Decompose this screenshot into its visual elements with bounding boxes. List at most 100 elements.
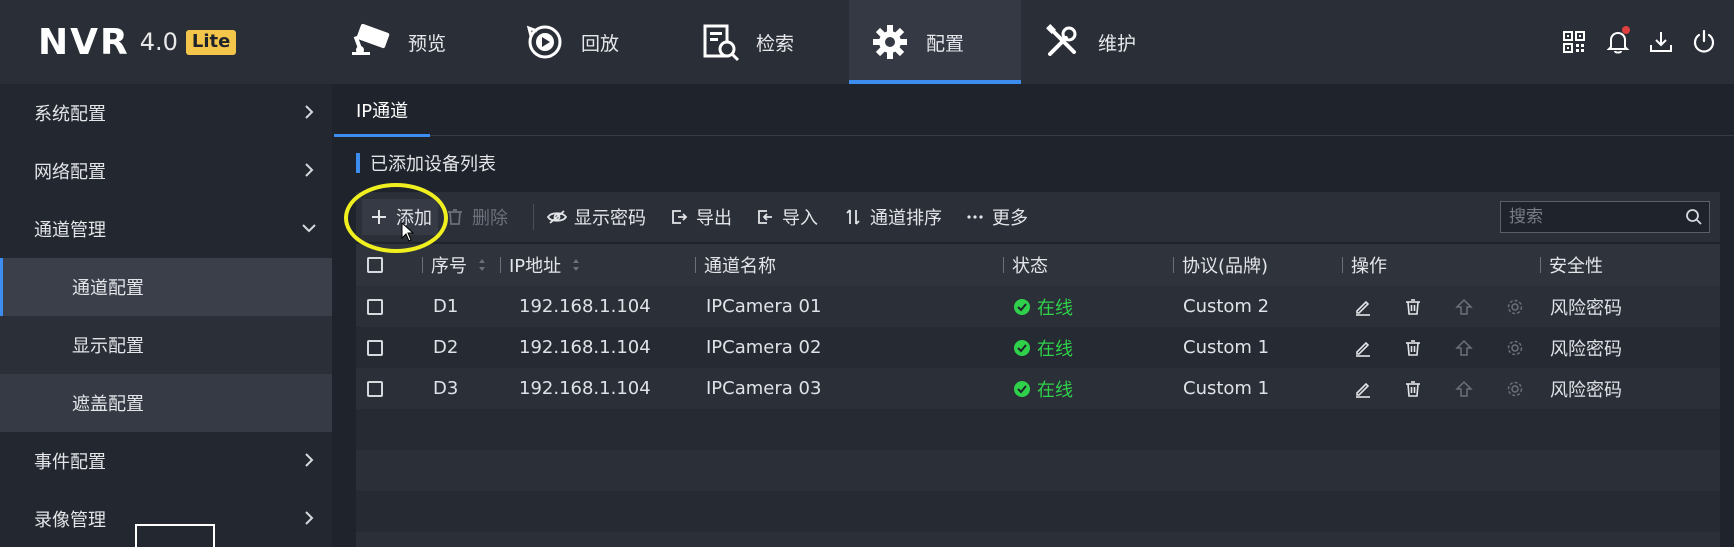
- delete-icon[interactable]: [1402, 296, 1424, 318]
- edit-icon[interactable]: [1352, 378, 1374, 400]
- sort-arrows-icon: [842, 206, 864, 228]
- chevron-right-icon: [305, 105, 314, 119]
- sidebar-item-network-config[interactable]: 网络配置: [0, 142, 332, 200]
- delete-icon[interactable]: [1402, 378, 1424, 400]
- import-label: 导入: [782, 208, 818, 229]
- settings-gear-icon: [1504, 296, 1526, 318]
- sidebar-item-label: 通道配置: [72, 278, 144, 299]
- row-checkbox[interactable]: [367, 380, 383, 397]
- nav-search[interactable]: 检索: [690, 0, 850, 84]
- cell-protocol: Custom 2: [1183, 296, 1270, 317]
- tools-icon: [1040, 20, 1084, 64]
- sidebar-item-mask-config[interactable]: 遮盖配置: [0, 374, 332, 432]
- power-icon[interactable]: [1686, 24, 1722, 60]
- sidebar-item-label: 网络配置: [34, 162, 106, 183]
- overlay-box: [135, 524, 215, 547]
- sidebar-item-channel-management[interactable]: 通道管理: [0, 200, 332, 258]
- cell-security: 风险密码: [1550, 297, 1622, 319]
- header-index[interactable]: 序号: [422, 244, 487, 286]
- section-title-text: 已添加设备列表: [370, 154, 496, 175]
- cell-protocol: Custom 1: [1183, 378, 1270, 399]
- show-password-label: 显示密码: [574, 208, 646, 229]
- nav-playback-label: 回放: [581, 32, 620, 55]
- header-actions: 操作: [1342, 244, 1387, 286]
- tab-bar: IP通道: [334, 84, 1734, 137]
- sidebar-item-label: 事件配置: [34, 452, 106, 473]
- empty-row: [356, 450, 1720, 491]
- sidebar-item-display-config[interactable]: 显示配置: [0, 316, 332, 374]
- show-password-button[interactable]: 显示密码: [546, 192, 646, 242]
- upgrade-icon: [1453, 296, 1475, 318]
- sidebar: 系统配置 网络配置 通道管理 通道配置 显示配置 遮盖配置 事件配置 录像管理: [0, 84, 332, 547]
- sidebar-item-label: 录像管理: [34, 510, 106, 531]
- upgrade-icon: [1453, 337, 1475, 359]
- edit-icon[interactable]: [1352, 337, 1374, 359]
- edit-icon[interactable]: [1352, 296, 1374, 318]
- tab-ip-channel[interactable]: IP通道: [334, 84, 431, 137]
- cell-channel-name: IPCamera 01: [706, 296, 822, 317]
- nav-maintenance[interactable]: 维护: [1040, 0, 1200, 84]
- device-table: 序号 IP地址 通道名称 状态 协议(品牌) 操作 安全性 D1 192.168…: [356, 244, 1720, 547]
- table-row[interactable]: D2 192.168.1.104 IPCamera 02 在线 Custom 1…: [356, 327, 1720, 368]
- search-doc-icon: [698, 20, 742, 64]
- delete-button-label: 删除: [472, 208, 508, 229]
- header-protocol: 协议(品牌): [1173, 244, 1268, 286]
- top-bar: NVR 4.0 Lite 预览 回放 检索 配置 维护: [0, 0, 1734, 84]
- more-label: 更多: [992, 208, 1028, 229]
- delete-button[interactable]: 删除: [444, 192, 508, 242]
- row-checkbox[interactable]: [367, 298, 383, 315]
- select-all-checkbox[interactable]: [367, 257, 383, 273]
- sidebar-item-label: 遮盖配置: [72, 394, 144, 415]
- delete-icon[interactable]: [1402, 337, 1424, 359]
- trash-icon: [444, 206, 466, 228]
- download-icon[interactable]: [1643, 24, 1679, 60]
- logo-name: NVR: [38, 21, 130, 63]
- cell-status: 在线: [1013, 368, 1073, 409]
- cell-protocol: Custom 1: [1183, 337, 1270, 358]
- online-check-icon: [1014, 298, 1030, 315]
- playback-icon: [523, 20, 567, 64]
- toolbar-divider: [533, 204, 534, 230]
- sort-icon: [479, 259, 485, 271]
- bell-icon[interactable]: [1600, 24, 1636, 60]
- camera-icon: [350, 20, 394, 64]
- sidebar-item-system-config[interactable]: 系统配置: [0, 84, 332, 142]
- search-icon[interactable]: [1679, 202, 1709, 232]
- empty-row: [356, 491, 1720, 532]
- sort-channels-button[interactable]: 通道排序: [842, 192, 942, 242]
- add-button[interactable]: 添加: [362, 199, 438, 235]
- cell-security: 风险密码: [1550, 379, 1622, 401]
- more-dots-icon: [964, 206, 986, 228]
- row-checkbox[interactable]: [367, 339, 383, 356]
- sidebar-item-label: 系统配置: [34, 104, 106, 125]
- chevron-down-icon: [302, 224, 316, 233]
- nav-preview[interactable]: 预览: [340, 0, 510, 84]
- export-label: 导出: [696, 208, 732, 229]
- import-button[interactable]: 导入: [754, 192, 818, 242]
- gear-icon: [868, 20, 912, 64]
- app-logo: NVR 4.0 Lite: [38, 18, 237, 66]
- header-ip[interactable]: IP地址: [500, 244, 581, 286]
- cell-channel-name: IPCamera 03: [706, 378, 822, 399]
- sidebar-item-event-config[interactable]: 事件配置: [0, 432, 332, 490]
- chevron-right-icon: [305, 511, 314, 525]
- export-button[interactable]: 导出: [668, 192, 732, 242]
- cell-index: D2: [433, 337, 459, 358]
- nav-config-label: 配置: [926, 32, 965, 55]
- table-row[interactable]: D3 192.168.1.104 IPCamera 03 在线 Custom 1…: [356, 368, 1720, 409]
- search-box: [1500, 201, 1710, 233]
- table-row[interactable]: D1 192.168.1.104 IPCamera 01 在线 Custom 2…: [356, 286, 1720, 327]
- cell-index: D1: [433, 296, 459, 317]
- import-icon: [754, 206, 776, 228]
- nav-config[interactable]: 配置: [849, 0, 1021, 84]
- search-input[interactable]: [1501, 207, 1679, 227]
- qrcode-icon[interactable]: [1556, 24, 1592, 60]
- empty-row: [356, 409, 1720, 450]
- nav-maintenance-label: 维护: [1098, 32, 1137, 55]
- more-button[interactable]: 更多: [964, 192, 1028, 242]
- nav-playback[interactable]: 回放: [515, 0, 685, 84]
- sort-channels-label: 通道排序: [870, 208, 942, 229]
- chevron-right-icon: [305, 163, 314, 177]
- sidebar-item-channel-config[interactable]: 通道配置: [0, 258, 332, 316]
- add-button-label: 添加: [396, 208, 432, 229]
